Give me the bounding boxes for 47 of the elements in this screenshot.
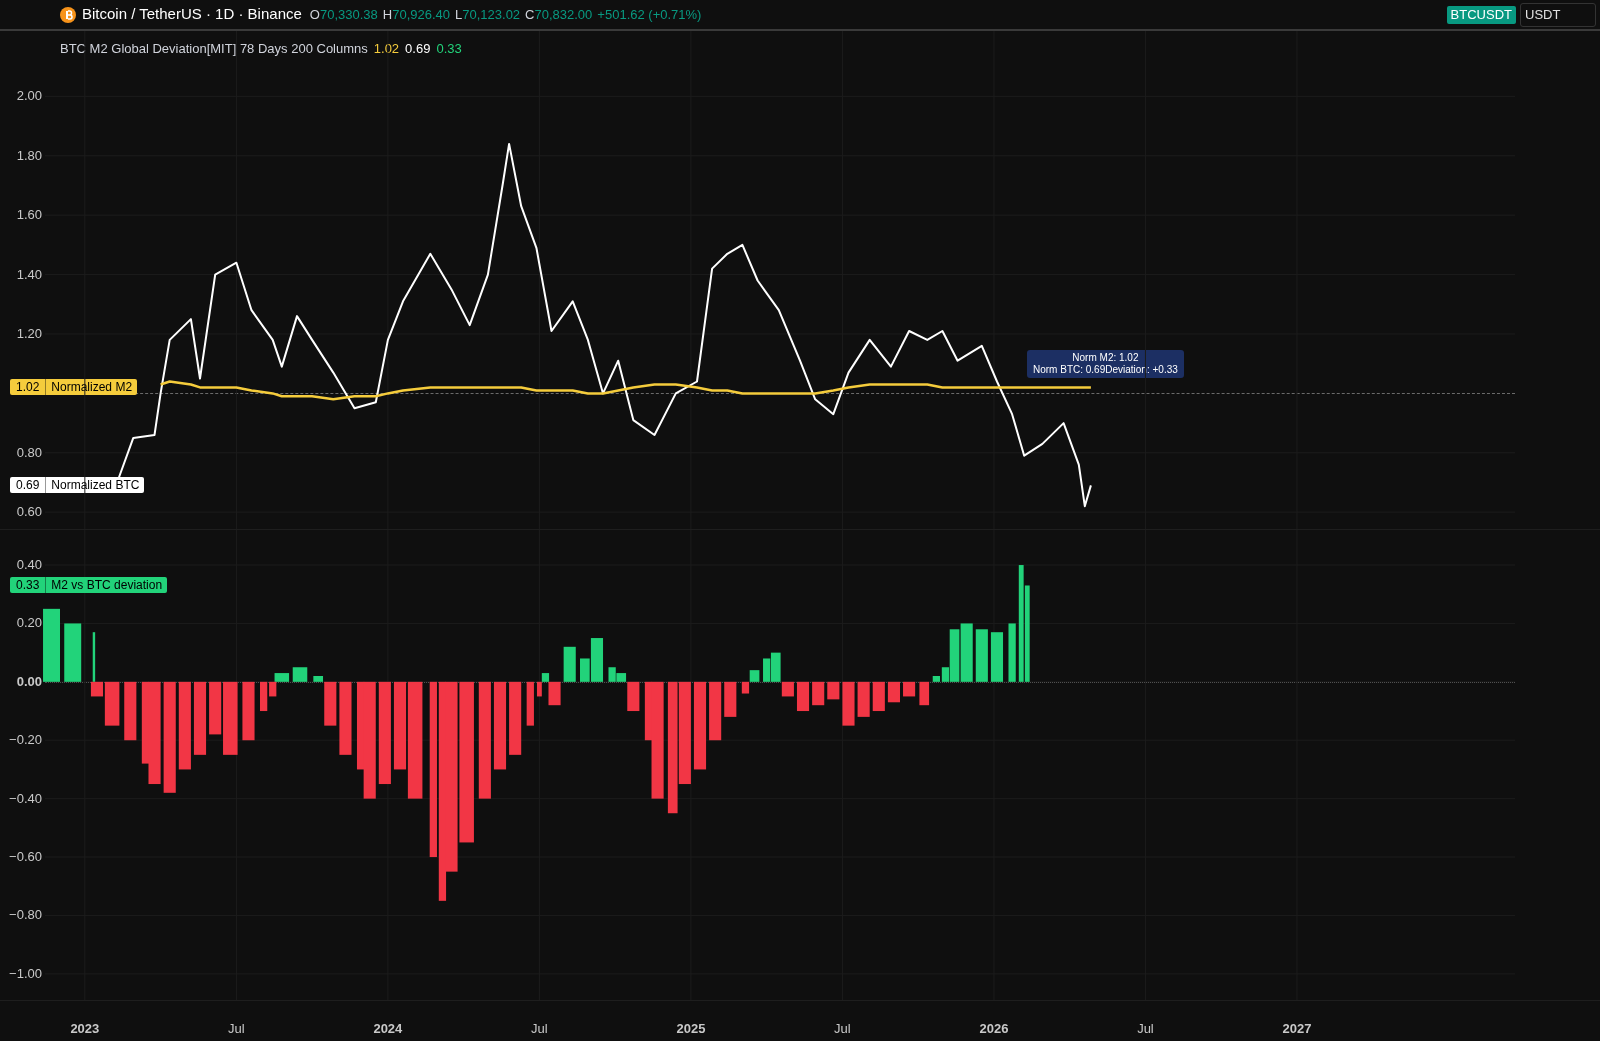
indicator-title: BTC M2 Global Deviation[MIT] 78 Days 200 Columns xyxy=(60,40,368,58)
indicator-value: 1.02 xyxy=(373,40,400,58)
ohlc-value: 70,832.00 xyxy=(534,5,593,24)
axis-label: 1.20 xyxy=(16,325,42,341)
axis-label: 1.40 xyxy=(16,266,42,282)
ohlc-value: 70,926.40 xyxy=(392,5,451,24)
symbol-badge: BTCUSDT xyxy=(1446,5,1516,24)
axis-label: 2.00 xyxy=(16,88,42,104)
price-change: +501.62 (+0.71%) xyxy=(597,5,702,24)
axis-label: 0.20 xyxy=(16,615,42,631)
coin-icon xyxy=(60,6,76,23)
label-value: 1.02 xyxy=(10,379,47,396)
time-label: Jul xyxy=(228,1021,245,1036)
axis-label: −0.60 xyxy=(9,849,42,865)
axis-label: −0.80 xyxy=(9,907,42,923)
axis-label: −1.00 xyxy=(9,965,42,981)
indicator-value: 0.33 xyxy=(436,40,462,58)
tooltip-text: Norm M2: 1.02 xyxy=(1072,352,1139,364)
time-label: 2025 xyxy=(676,1021,706,1036)
ohlc-label: O xyxy=(309,5,320,24)
symbol-title: Bitcoin / TetherUS · 1D · Binance xyxy=(82,4,302,25)
axis-label: 1.80 xyxy=(16,147,42,163)
time-label: Jul xyxy=(1137,1021,1154,1036)
ohlc-label: L xyxy=(455,5,463,24)
indicator-value: 0.69 xyxy=(405,40,431,58)
time-label: 2023 xyxy=(70,1021,100,1036)
ohlc-label: C xyxy=(525,5,535,24)
ohlc-value: 70,330.38 xyxy=(319,5,378,24)
axis-label: 0.60 xyxy=(16,504,42,520)
time-label: 2024 xyxy=(373,1021,403,1036)
axis-label: 0.40 xyxy=(16,557,42,573)
ohlc-label: H xyxy=(382,5,393,24)
axis-label: −0.20 xyxy=(9,732,42,748)
currency-field[interactable]: USDT xyxy=(1520,2,1596,27)
label-value: 0.33 xyxy=(10,577,47,594)
tooltip-text: Norm BTC: 0.69Deviation: +0.33 xyxy=(1033,364,1178,376)
axis-label: 0.00 xyxy=(16,673,42,689)
axis-label: 0.80 xyxy=(16,444,42,460)
ohlc-value: 70,123.02 xyxy=(462,5,521,24)
time-label: Jul xyxy=(834,1021,851,1036)
axis-label: −0.40 xyxy=(9,790,42,806)
time-label: 2027 xyxy=(1282,1021,1312,1036)
label-value: 0.69 xyxy=(10,477,47,494)
label-name: M2 vs BTC deviation xyxy=(50,577,164,594)
axis-label: 1.60 xyxy=(16,207,42,223)
time-label: Jul xyxy=(531,1021,548,1036)
time-label: 2026 xyxy=(979,1021,1009,1036)
